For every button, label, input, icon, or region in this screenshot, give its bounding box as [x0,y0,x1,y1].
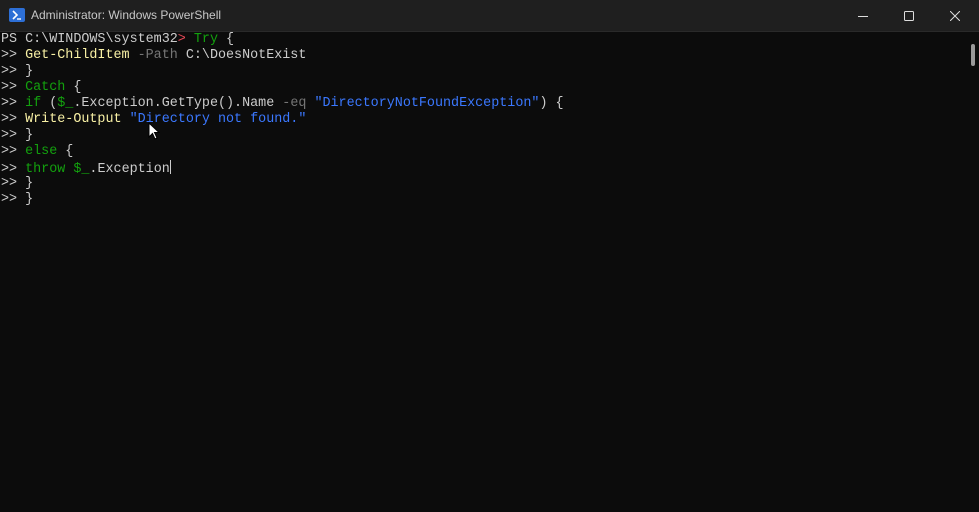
terminal-line: >> else { [0,144,965,160]
terminal-text-keyword: $_ [57,96,74,111]
terminal-line: PS C:\WINDOWS\system32> Try { [0,32,965,48]
terminal-text-default: >> } [1,64,34,79]
terminal-text-default: ( [41,96,58,111]
terminal-text-default: >> } [1,192,34,207]
terminal-text-keyword: if [25,96,42,111]
terminal-text-default: C:\DoesNotExist [177,48,307,63]
terminal-text-parameter: -eq [282,96,307,111]
terminal-text-string: "DirectoryNotFoundException" [314,96,540,111]
terminal-text-default: { [57,144,74,159]
text-cursor [169,160,171,174]
terminal-output[interactable]: PS C:\WINDOWS\system32> Try {>> Get-Chil… [0,32,965,510]
scrollbar-thumb[interactable] [971,44,975,66]
terminal-line: >> } [0,192,965,208]
terminal-text-default: PS C:\WINDOWS\system32 [1,32,178,47]
scrollbar[interactable] [967,32,979,510]
terminal-line: >> Catch { [0,80,965,96]
window-title: Administrator: Windows PowerShell [31,8,222,22]
terminal-text-default: >> } [1,176,34,191]
terminal-text-default: ) { [539,96,564,111]
terminal-text-keyword: $_ [73,162,90,177]
title-bar[interactable]: Administrator: Windows PowerShell [0,0,979,32]
terminal-text-default: .Exception.GetType().Name [73,96,283,111]
terminal-line: >> if ($_.Exception.GetType().Name -eq "… [0,96,965,112]
terminal-line: >> } [0,64,965,80]
terminal-text-default: { [217,32,235,47]
terminal-text-keyword: else [25,144,58,159]
terminal-text-default: >> [1,162,26,177]
terminal-text-default: { [65,80,82,95]
terminal-line: >> Write-Output "Directory not found." [0,112,965,128]
close-icon [950,10,960,21]
terminal-text-default: >> [1,80,26,95]
terminal-text-default: >> [1,48,26,63]
terminal-text-keyword: Try [193,32,218,47]
terminal-text-prompt_arrow: > [177,32,194,47]
maximize-icon [904,10,914,21]
terminal-text-command: Get-ChildItem [25,48,130,63]
terminal-line: >> } [0,128,965,144]
terminal-text-default [122,112,130,127]
terminal-line: >> throw $_.Exception [0,160,965,177]
terminal-text-default: >> [1,112,26,127]
terminal-text-default: .Exception [89,162,170,177]
terminal-line: >> Get-ChildItem -Path C:\DoesNotExist [0,48,965,64]
terminal-text-keyword: Catch [25,80,66,95]
minimize-icon [858,15,868,17]
terminal-text-default: >> } [1,128,34,143]
powershell-icon [9,8,25,22]
terminal-text-default: >> [1,144,26,159]
close-button[interactable] [932,0,978,31]
terminal-text-default: >> [1,96,26,111]
terminal-text-command: Write-Output [25,112,122,127]
mouse-pointer-icon [148,121,161,145]
terminal-text-parameter: -Path [129,48,178,63]
maximize-button[interactable] [886,0,932,31]
terminal-text-keyword: throw [25,162,66,177]
minimize-button[interactable] [840,0,886,31]
terminal-line: >> } [0,176,965,192]
